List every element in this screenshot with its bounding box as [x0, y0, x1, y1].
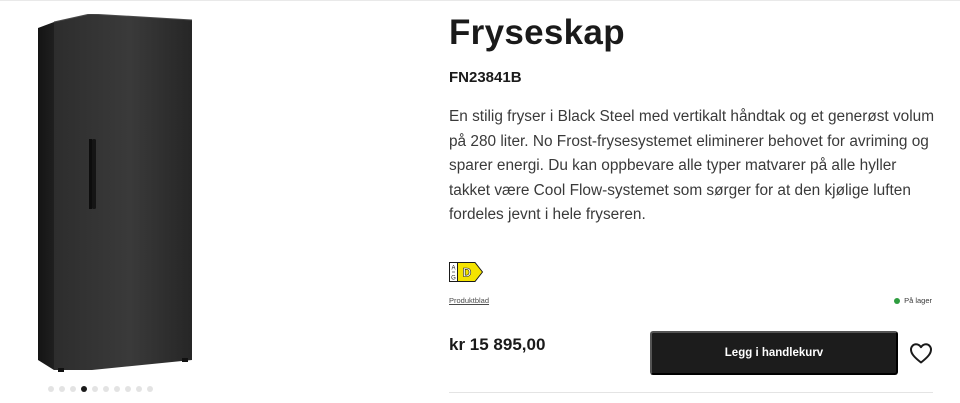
product-description: En stilig fryser i Black Steel med verti… — [449, 108, 935, 223]
wishlist-button[interactable] — [909, 342, 933, 364]
energy-class-letter: D — [463, 266, 472, 280]
model-number: FN23841B — [449, 69, 522, 86]
gallery-dot[interactable] — [136, 386, 142, 392]
stock-status: På lager — [894, 296, 932, 305]
product-title: Fryseskap — [449, 13, 625, 52]
stock-label: På lager — [904, 296, 932, 305]
energy-label-badge[interactable]: A G D — [449, 262, 484, 282]
gallery-dot[interactable] — [114, 386, 120, 392]
freezer-image — [38, 13, 193, 372]
gallery-dot[interactable] — [103, 386, 109, 392]
stock-indicator-icon — [894, 297, 901, 304]
bottom-divider — [449, 392, 933, 393]
gallery-dot[interactable] — [147, 386, 153, 392]
gallery-dot[interactable] — [92, 386, 98, 392]
add-to-cart-button[interactable]: Legg i handlekurv — [650, 331, 898, 375]
gallery-dot[interactable] — [125, 386, 131, 392]
product-image[interactable] — [36, 13, 196, 374]
gallery-dot[interactable] — [59, 386, 65, 392]
product-gallery[interactable] — [0, 0, 420, 403]
energy-scale-top: A — [451, 266, 455, 272]
gallery-dot[interactable] — [81, 386, 87, 392]
datasheet-link[interactable]: Produktblad — [449, 296, 489, 305]
energy-class-icon: A G D — [449, 262, 484, 282]
heart-outline-icon — [910, 343, 932, 364]
gallery-pagination[interactable] — [48, 386, 153, 392]
energy-scale-bottom: G — [451, 276, 456, 282]
product-price: kr 15 895,00 — [449, 335, 546, 354]
gallery-dot[interactable] — [70, 386, 76, 392]
gallery-dot[interactable] — [48, 386, 54, 392]
